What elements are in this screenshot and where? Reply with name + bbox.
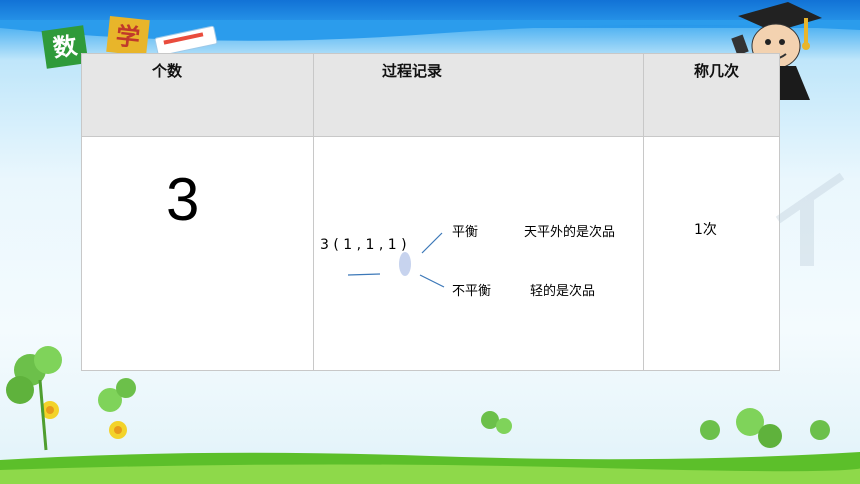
count-value: 3: [166, 166, 200, 233]
windmill-icon: [775, 172, 845, 266]
branch-diagram: [347, 232, 445, 288]
times-value: 1次: [694, 222, 717, 238]
header-cell-count: 个数: [81, 53, 314, 137]
header-times: 称几次: [694, 62, 740, 80]
clover-flowers-icon: [6, 346, 136, 451]
logo-char-xue: 学: [106, 16, 150, 56]
balanced-result: 天平外的是次品: [524, 225, 616, 240]
header-cell-process: 过程记录: [313, 53, 644, 137]
header-count: 个数: [152, 62, 183, 80]
balanced-label: 平衡: [452, 225, 479, 240]
header-cell-times: 称几次: [643, 53, 780, 137]
unbalanced-label: 不平衡: [452, 284, 492, 299]
weighing-table: 个数 过程记录 称几次 3 3 ( 1 , 1 , 1 ) 平衡 天平外的是次品…: [81, 53, 780, 371]
header-process: 过程记录: [382, 62, 443, 80]
cell-times: 1次: [643, 136, 780, 371]
table-row: 3 3 ( 1 , 1 , 1 ) 平衡 天平外的是次品 不平衡 轻的是次品 1…: [81, 136, 780, 371]
table-header-row: 个数 过程记录 称几次: [81, 53, 780, 137]
unbalanced-result: 轻的是次品: [530, 284, 596, 299]
cell-process: 3 ( 1 , 1 , 1 ) 平衡 天平外的是次品 不平衡 轻的是次品: [313, 136, 644, 371]
grass-strip: [0, 452, 860, 484]
